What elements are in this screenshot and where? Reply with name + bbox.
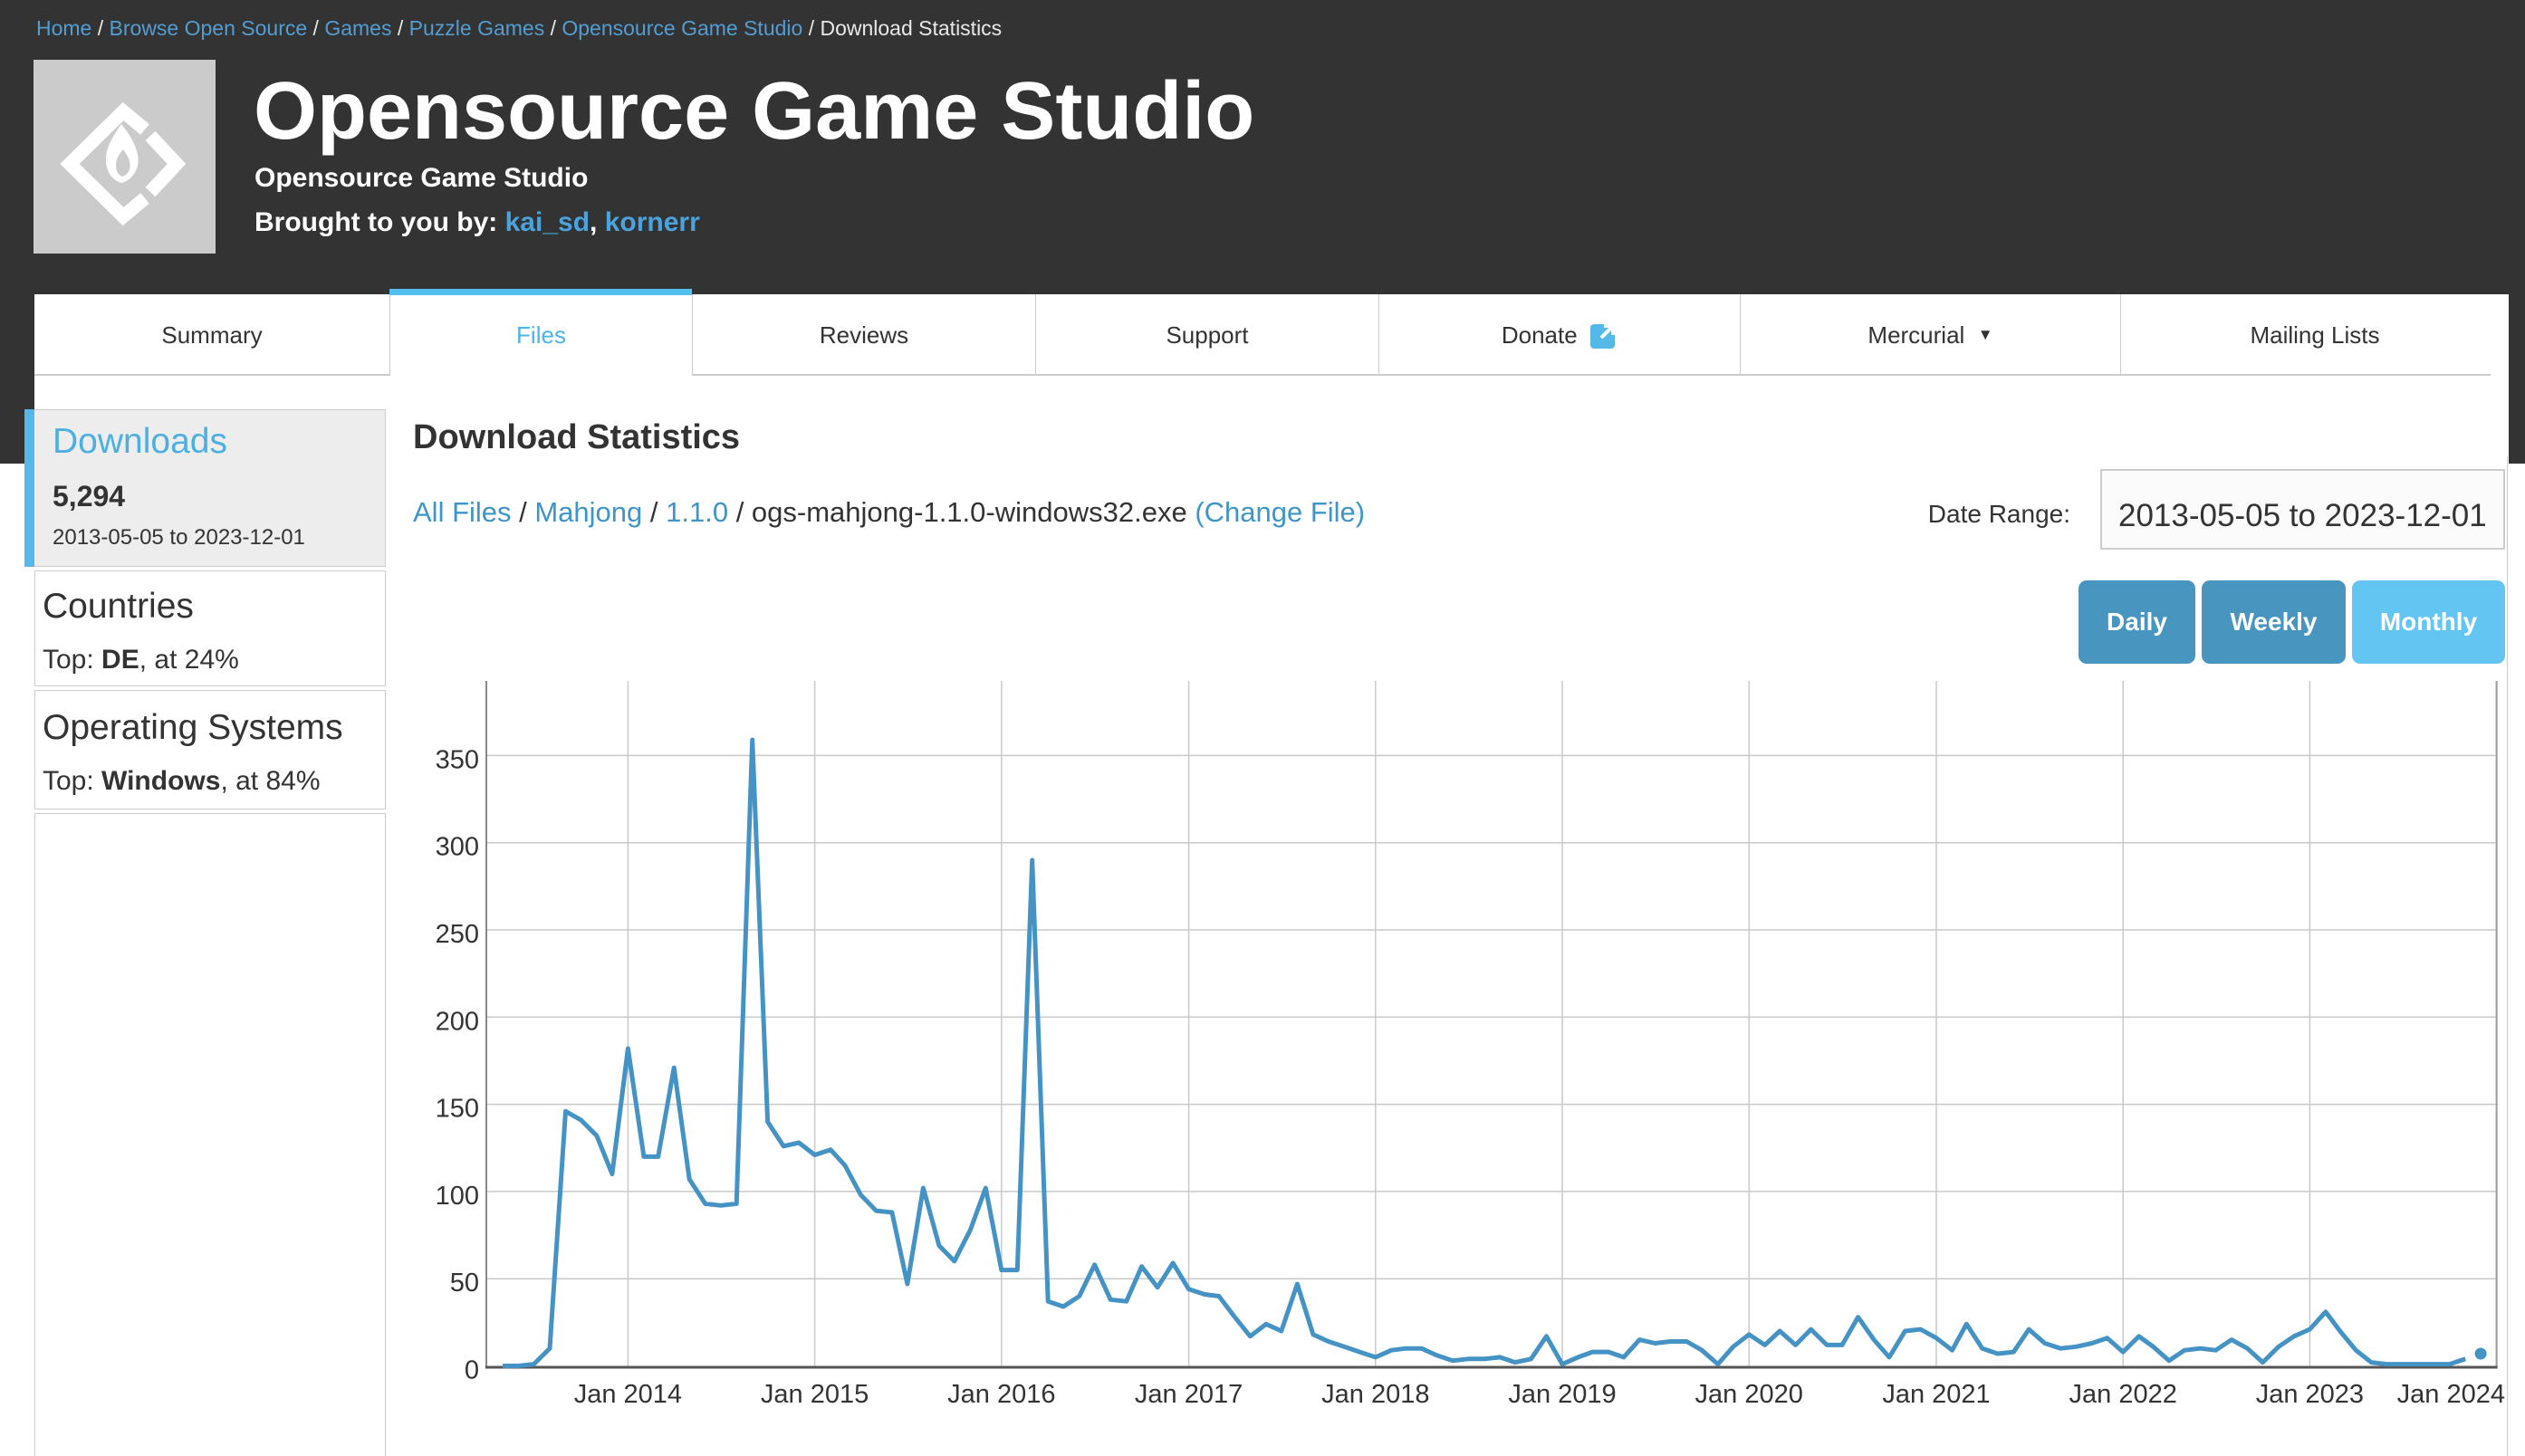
svg-text:Jan 2018: Jan 2018 [1321, 1380, 1429, 1409]
svg-text:Jan 2022: Jan 2022 [2069, 1380, 2177, 1409]
svg-text:100: 100 [436, 1182, 479, 1211]
svg-text:150: 150 [436, 1095, 479, 1124]
svg-text:Jan 2021: Jan 2021 [1882, 1380, 1990, 1409]
svg-text:350: 350 [436, 745, 479, 774]
svg-text:Jan 2016: Jan 2016 [947, 1380, 1055, 1409]
svg-text:250: 250 [436, 920, 479, 949]
svg-text:Jan 2015: Jan 2015 [761, 1380, 869, 1409]
svg-text:200: 200 [436, 1007, 479, 1036]
svg-text:0: 0 [465, 1356, 479, 1385]
svg-text:300: 300 [436, 833, 479, 862]
svg-text:Jan 2023: Jan 2023 [2256, 1380, 2364, 1409]
svg-text:Jan 2014: Jan 2014 [574, 1380, 682, 1409]
svg-text:50: 50 [450, 1269, 479, 1298]
svg-text:Jan 2017: Jan 2017 [1135, 1380, 1243, 1409]
svg-text:Jan 2019: Jan 2019 [1508, 1380, 1616, 1409]
svg-text:Jan 2024: Jan 2024 [2397, 1380, 2505, 1409]
svg-text:Jan 2020: Jan 2020 [1695, 1380, 1803, 1409]
